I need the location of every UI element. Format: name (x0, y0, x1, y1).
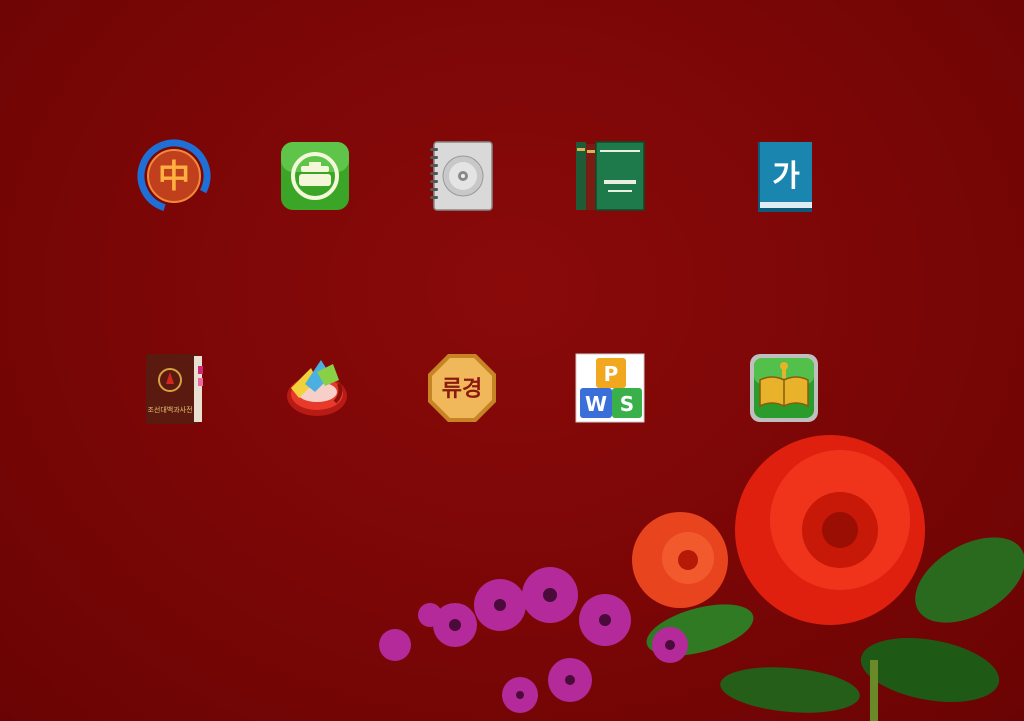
cd-notebook-icon (430, 141, 493, 211)
bookshelf-app-icon[interactable] (572, 138, 648, 214)
svg-text:류경: 류경 (442, 377, 482, 402)
library-app-icon[interactable] (746, 350, 822, 426)
bookshelf-icon (576, 141, 645, 211)
svg-text:조선대백과사전: 조선대백과사전 (147, 405, 192, 414)
open-book-library-icon (750, 354, 818, 422)
presentation-app-icon[interactable] (277, 350, 353, 426)
flower-wallpaper-image (379, 435, 1024, 721)
hangul-ga-app-icon[interactable]: 가 (746, 138, 822, 214)
svg-text:中: 中 (158, 157, 190, 195)
presentation-icon (287, 360, 347, 416)
desktop: 中 가 조선대백과사전 류경 P W S (0, 0, 1024, 721)
disc-notebook-app-icon[interactable] (424, 138, 500, 214)
chinese-zhong-icon: 中 (137, 139, 211, 213)
svg-text:W: W (585, 392, 607, 416)
zhong-app-icon[interactable]: 中 (136, 138, 212, 214)
svg-text:가: 가 (772, 159, 800, 194)
ryugyong-app-icon[interactable]: 류경 (424, 350, 500, 426)
ryugyong-badge-icon: 류경 (428, 354, 496, 422)
svg-text:S: S (620, 392, 634, 416)
hangul-ga-book-icon: 가 (758, 142, 812, 212)
rice-cooker-icon (281, 142, 349, 210)
red-book-icon: 조선대백과사전 (146, 354, 203, 424)
rice-cooker-app-icon[interactable] (277, 138, 353, 214)
encyclopedia-app-icon[interactable]: 조선대백과사전 (136, 350, 212, 426)
pws-office-icon: P W S (575, 353, 645, 423)
svg-text:P: P (604, 362, 619, 386)
pws-office-app-icon[interactable]: P W S (572, 350, 648, 426)
